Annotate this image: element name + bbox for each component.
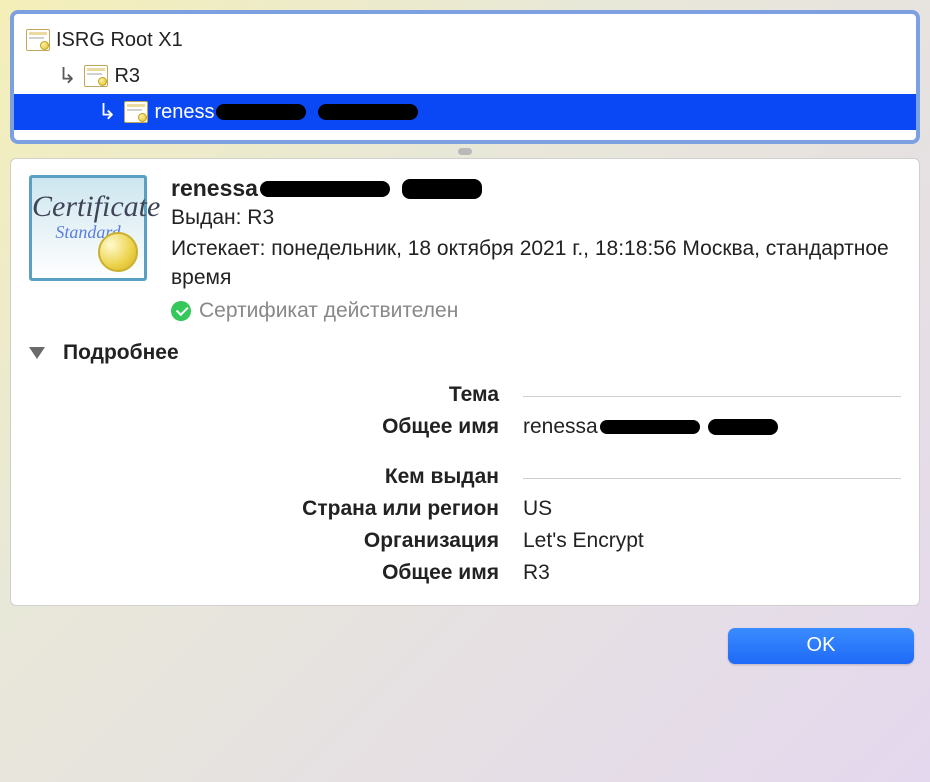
certificate-large-icon: Certificate Standard <box>29 175 147 281</box>
certificate-title: renessa <box>171 175 901 202</box>
disclosure-label: Подробнее <box>63 341 179 365</box>
details-disclosure[interactable]: Подробнее <box>29 341 901 365</box>
issuer-cn-value: R3 <box>523 561 901 585</box>
divider <box>523 396 901 397</box>
chain-row-root[interactable]: ISRG Root X1 <box>14 22 916 58</box>
divider <box>523 478 901 479</box>
issuer-cn-label: Общее имя <box>29 561 499 585</box>
redacted-text <box>216 104 306 120</box>
certificate-icon <box>124 101 148 123</box>
certificate-icon <box>84 65 108 87</box>
chain-leaf-visible: reness <box>154 101 214 123</box>
dialog-buttons: OK <box>10 628 920 664</box>
subject-cn-label: Общее имя <box>29 415 499 439</box>
ok-button[interactable]: OK <box>728 628 914 664</box>
disclosure-triangle-icon <box>29 347 45 359</box>
certificate-title-visible: renessa <box>171 175 258 202</box>
certificate-details: Certificate Standard renessa Выдан: R3 И… <box>10 158 920 606</box>
issuer-country-value: US <box>523 497 901 521</box>
subject-cn-value: renessa <box>523 415 901 439</box>
child-arrow-icon: ↳ <box>58 63 76 89</box>
expires: Истекает: понедельник, 18 октября 2021 г… <box>171 234 901 293</box>
splitter-handle-icon <box>458 148 472 155</box>
chain-row-leaf[interactable]: ↳ reness <box>14 94 916 130</box>
validity-label: Сертификат действителен <box>199 299 458 323</box>
checkmark-icon <box>171 301 191 321</box>
chain-row-intermediate[interactable]: ↳ R3 <box>14 58 916 94</box>
issued-by: Выдан: R3 <box>171 206 901 230</box>
redacted-text <box>402 179 482 199</box>
section-heading-subject: Тема <box>29 383 499 407</box>
redacted-text <box>708 419 778 435</box>
redacted-text <box>318 104 418 120</box>
issuer-org-label: Организация <box>29 529 499 553</box>
redacted-text <box>260 181 390 197</box>
validity-status: Сертификат действителен <box>171 299 901 323</box>
certificate-icon <box>26 29 50 51</box>
issuer-country-label: Страна или регион <box>29 497 499 521</box>
redacted-text <box>600 420 700 434</box>
details-table: Тема Общее имя renessa Кем выдан Страна … <box>29 383 901 585</box>
section-heading-issuer: Кем выдан <box>29 465 499 489</box>
child-arrow-icon: ↳ <box>98 99 116 125</box>
certificate-chain[interactable]: ISRG Root X1 ↳ R3 ↳ reness <box>10 10 920 144</box>
chain-label-root: ISRG Root X1 <box>56 29 183 52</box>
chain-label-intermediate: R3 <box>114 65 140 88</box>
issuer-org-value: Let's Encrypt <box>523 529 901 553</box>
pane-splitter[interactable] <box>10 144 920 158</box>
subject-cn-visible: renessa <box>523 415 598 438</box>
chain-label-leaf: reness <box>154 101 417 124</box>
